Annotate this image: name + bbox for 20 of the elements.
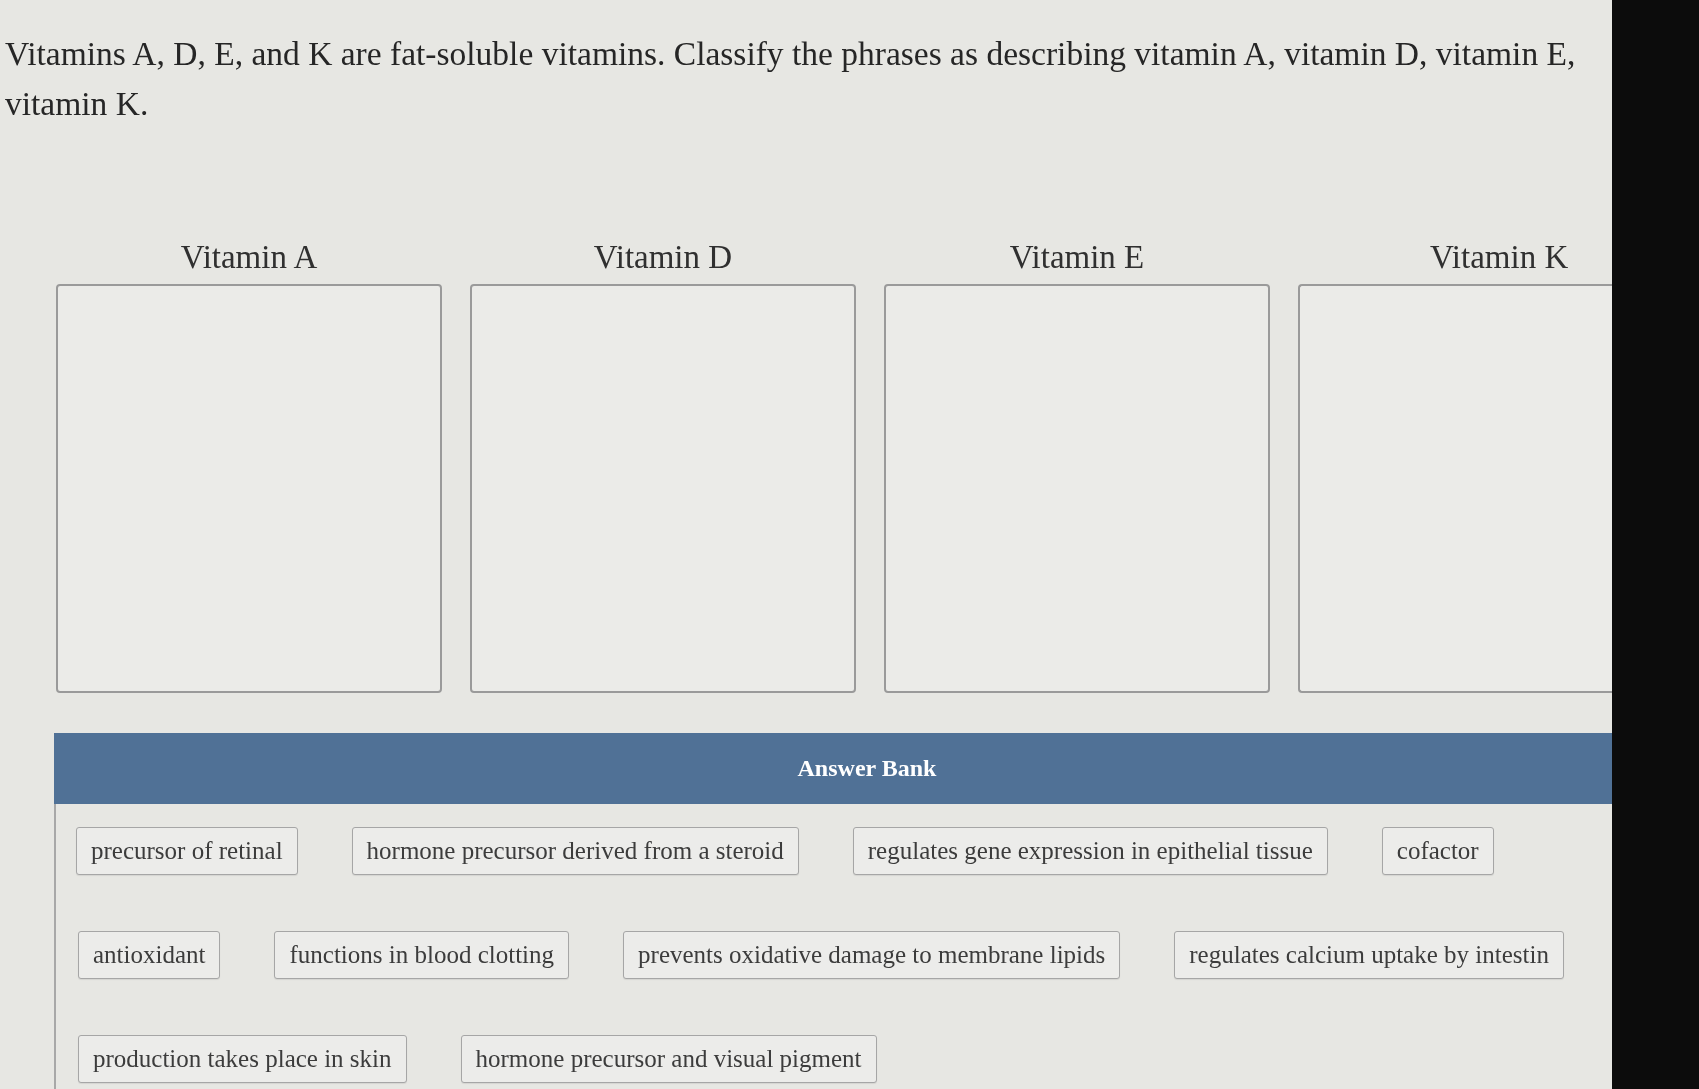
answer-tile[interactable]: regulates gene expression in epithelial tissue bbox=[852, 827, 1328, 875]
category-heading: Vitamin E bbox=[1008, 238, 1146, 277]
answer-tile[interactable]: prevents oxidative damage to membrane lipids bbox=[623, 931, 1121, 979]
category-heading: Vitamin D bbox=[592, 238, 734, 277]
answer-bank-title: Answer Bank bbox=[797, 755, 937, 782]
answer-tile[interactable]: functions in blood clotting bbox=[274, 931, 570, 979]
answer-tile[interactable]: cofactor bbox=[1381, 827, 1494, 875]
answer-tile[interactable]: regulates calcium uptake by intestin bbox=[1174, 931, 1564, 979]
category-heading: Vitamin A bbox=[179, 238, 319, 277]
answer-tile[interactable]: precursor of retinal bbox=[76, 827, 298, 875]
drop-zone[interactable] bbox=[470, 284, 856, 693]
answer-tile[interactable]: antioxidant bbox=[78, 931, 221, 979]
drop-zone[interactable] bbox=[56, 284, 442, 693]
answer-tile[interactable]: hormone precursor derived from a steroid bbox=[351, 827, 799, 875]
answer-tile[interactable]: hormone precursor and visual pigment bbox=[460, 1035, 877, 1083]
drop-zone[interactable] bbox=[884, 284, 1270, 693]
question-text: Vitamins A, D, E, and K are fat-soluble vitamins. Classify the phrases as describing vitamin A, vitamin D, vitamin E, vitamin K. bbox=[5, 34, 1577, 124]
category-heading: Vitamin K bbox=[1429, 238, 1570, 277]
answer-tile[interactable]: production takes place in skin bbox=[78, 1035, 407, 1083]
drop-zone[interactable] bbox=[1298, 284, 1612, 693]
